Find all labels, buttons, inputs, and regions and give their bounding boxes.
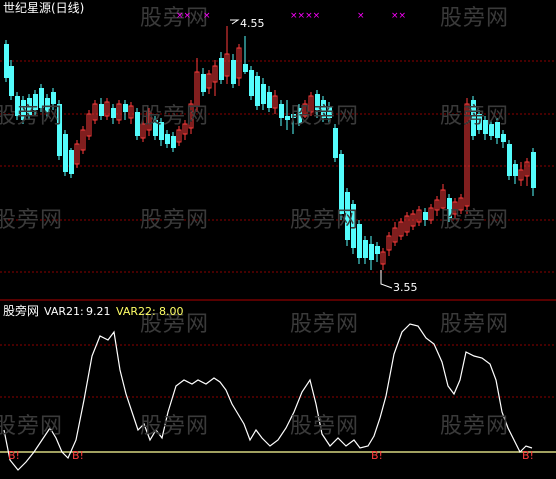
var22-label: VAR22: <box>116 305 156 318</box>
watermark: 股旁网 <box>440 414 510 439</box>
candle-body <box>333 128 338 158</box>
watermark: 股旁网 <box>440 208 510 233</box>
candle-body <box>231 60 236 84</box>
top-marker: × <box>203 11 211 21</box>
candle-body <box>4 44 9 78</box>
candle-body <box>261 84 266 104</box>
candle-body <box>69 150 74 174</box>
candle-body <box>513 164 518 176</box>
top-marker: × <box>357 11 365 21</box>
top-marker: ×× <box>176 11 192 21</box>
indicator-name: 股旁网 <box>3 304 40 318</box>
watermark: 股旁网 <box>440 312 510 337</box>
watermark: 股旁网 <box>140 414 210 439</box>
chart-title: 世纪星源(日线) <box>3 1 85 15</box>
candle-body <box>255 76 260 106</box>
candle-body <box>501 134 506 142</box>
price-low-label: 3.55 <box>393 281 418 294</box>
high-pointer <box>230 19 240 25</box>
var22-value: 8.00 <box>159 305 184 318</box>
watermark: 股旁网 <box>290 312 360 337</box>
candle-body <box>201 74 206 92</box>
candle-body <box>369 244 374 260</box>
top-marker: ×× <box>391 11 407 21</box>
buy-signal: B! <box>522 449 534 462</box>
var21-value: 9.21 <box>86 305 111 318</box>
candle-body <box>243 64 248 72</box>
buy-signal: B! <box>8 449 20 462</box>
candle-body <box>123 104 128 112</box>
top-marker: ×××× <box>290 11 321 21</box>
candle-body <box>171 136 176 148</box>
candle-body <box>9 66 14 96</box>
watermark: 股旁网 <box>140 208 210 233</box>
candle-body <box>219 58 224 80</box>
watermark: 股旁网 <box>290 414 360 439</box>
watermark: 股旁网 <box>0 414 64 439</box>
buy-signal: B! <box>371 449 383 462</box>
candle-body <box>267 92 272 108</box>
candlestick-series <box>4 19 536 289</box>
var21-label: VAR21: <box>44 305 84 318</box>
candle-body <box>423 212 428 220</box>
watermark: 股旁网 <box>140 6 210 31</box>
candle-body <box>507 144 512 176</box>
watermark: 股旁网 <box>440 104 510 129</box>
candle-body <box>363 240 368 258</box>
candle-body <box>375 246 380 254</box>
watermark: 股旁网 <box>0 208 64 233</box>
candle-body <box>279 104 284 118</box>
candle-body <box>165 134 170 144</box>
watermark: 股旁网 <box>140 104 210 129</box>
candle-body <box>99 104 104 116</box>
low-pointer <box>380 270 393 289</box>
watermark: 股旁网 <box>0 104 64 129</box>
candle-body <box>111 108 116 118</box>
watermark: 股旁网 <box>290 208 360 233</box>
watermark: 股旁网 <box>440 6 510 31</box>
watermark: 股旁网 <box>290 104 360 129</box>
buy-signal: B! <box>72 449 84 462</box>
candle-body <box>249 70 254 96</box>
candle-body <box>531 152 536 188</box>
candle-body <box>63 134 68 172</box>
price-high-label: 4.55 <box>240 17 265 30</box>
